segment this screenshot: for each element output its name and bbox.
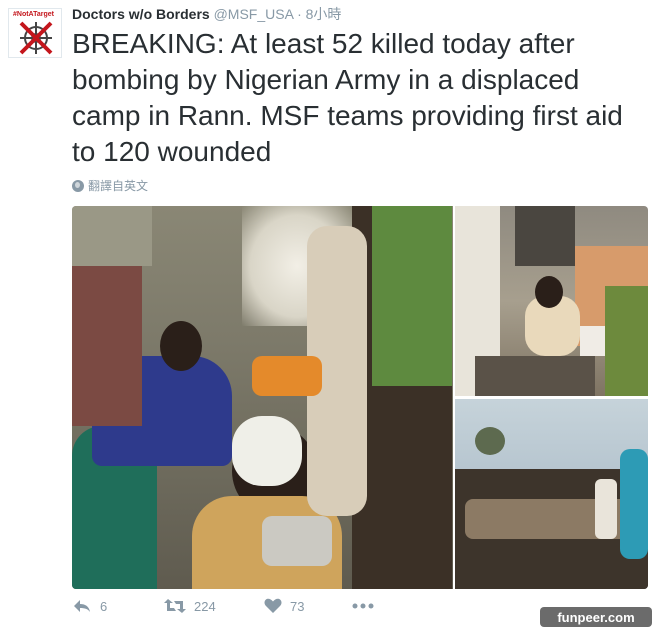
avatar[interactable]: #NotATarget — [8, 8, 62, 58]
tweet-text: BREAKING: At least 52 killed today after… — [72, 28, 623, 167]
more-button[interactable] — [352, 603, 374, 609]
photo-burned-camp[interactable] — [455, 399, 648, 589]
account-name[interactable]: Doctors w/o Borders — [72, 6, 210, 22]
tweet-timestamp[interactable]: 8小時 — [306, 6, 342, 22]
tweet-media-grid — [72, 206, 648, 589]
reply-icon — [74, 600, 90, 612]
like-button[interactable]: 73 — [264, 598, 352, 614]
retweet-button[interactable]: 224 — [164, 598, 264, 614]
tweet-header: Doctors w/o Borders @MSF_USA · 8小時 — [72, 4, 341, 24]
avatar-hashtag-text: #NotATarget — [13, 11, 54, 18]
photo-wounded-crowd[interactable] — [72, 206, 453, 589]
header-separator: · — [297, 6, 302, 22]
retweet-icon — [164, 599, 186, 613]
account-handle[interactable]: @MSF_USA — [214, 6, 294, 22]
retweet-count: 224 — [194, 598, 216, 614]
translate-label: 翻譯自英文 — [88, 179, 149, 193]
translate-link[interactable]: 翻譯自英文 — [72, 177, 148, 194]
globe-icon — [72, 179, 84, 192]
heart-icon — [264, 598, 282, 613]
reply-button[interactable]: 6 — [72, 598, 164, 614]
photo-treatment[interactable] — [455, 206, 648, 396]
more-icon — [352, 603, 374, 609]
reply-count: 6 — [100, 598, 108, 614]
site-watermark: funpeer.com — [540, 607, 652, 627]
crossed-target-icon — [19, 21, 53, 55]
like-count: 73 — [290, 598, 305, 614]
tweet-actions: 6 224 73 — [72, 598, 374, 614]
